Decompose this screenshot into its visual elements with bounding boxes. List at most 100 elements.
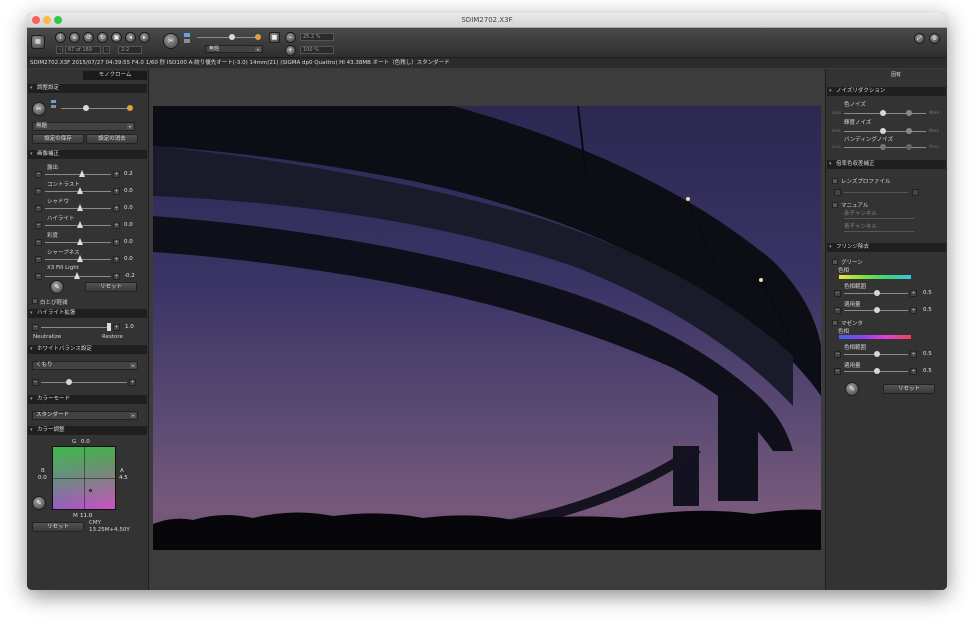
adjust-slider-track[interactable] xyxy=(61,108,131,109)
highlight-minus-button[interactable]: − xyxy=(32,324,39,331)
green-range-plus[interactable]: + xyxy=(910,290,917,297)
correction-slider-knob[interactable] xyxy=(77,204,83,211)
wb-eyedropper-icon[interactable]: ✂ xyxy=(163,33,179,49)
highlight-slider-knob[interactable] xyxy=(107,323,111,331)
correction-slider-knob[interactable] xyxy=(79,170,85,177)
luma-noise-knob[interactable] xyxy=(880,128,886,134)
rotate-right-icon[interactable]: ↻ xyxy=(97,32,108,43)
correction-slider-knob[interactable] xyxy=(77,187,83,194)
tab-monochrome[interactable]: モノクローム xyxy=(83,71,147,80)
magenta-amount-minus[interactable]: − xyxy=(834,368,841,375)
magenta-range-minus[interactable]: − xyxy=(834,351,841,358)
color-mode-header[interactable]: カラーモード xyxy=(28,395,147,404)
magenta-amount-plus[interactable]: + xyxy=(910,368,917,375)
chromatic-aberration-header[interactable]: 倍率色収差補正 xyxy=(827,160,946,169)
correction-slider-knob[interactable] xyxy=(77,255,83,262)
lens-profile-checkbox[interactable] xyxy=(832,178,838,184)
color-adjust-grid[interactable] xyxy=(52,446,116,510)
correction-slider-knob[interactable] xyxy=(77,238,83,245)
wb-slider-knob[interactable] xyxy=(66,379,72,385)
color-adjust-reset-button[interactable]: リセット xyxy=(32,522,84,532)
correction-minus-button[interactable]: − xyxy=(35,205,42,212)
next-icon[interactable]: ▸ xyxy=(139,32,150,43)
correction-slider-knob[interactable] xyxy=(74,272,80,279)
page-prev-button[interactable]: ‹ xyxy=(56,46,63,54)
histogram-icon[interactable]: ≡ xyxy=(69,32,80,43)
adjust-slider-knob[interactable] xyxy=(83,105,89,111)
correction-plus-button[interactable]: + xyxy=(113,273,120,280)
fringe-removal-header[interactable]: フリンジ除去 xyxy=(827,243,946,252)
luma-noise-knob-2[interactable] xyxy=(906,128,912,134)
green-hue-bar[interactable] xyxy=(839,275,911,279)
adjust-settings-header[interactable]: 調整設定 xyxy=(28,84,147,93)
magenta-hue-bar[interactable] xyxy=(839,335,911,339)
zoom-out-icon[interactable]: − xyxy=(285,32,296,43)
lock-icon[interactable]: ■ xyxy=(269,32,280,43)
wb-slider-track[interactable] xyxy=(41,382,127,383)
correction-slider-track[interactable] xyxy=(45,174,111,175)
auto-correct-icon[interactable]: ✎ xyxy=(50,280,64,294)
correction-plus-button[interactable]: + xyxy=(113,205,120,212)
view-mode-field[interactable]: 2-2 xyxy=(118,46,142,54)
image-correction-header[interactable]: 画像補正 xyxy=(28,150,147,159)
color-eyedropper-icon[interactable]: ✎ xyxy=(32,496,46,510)
save-settings-button[interactable]: 設定の保存 xyxy=(32,134,84,144)
zoom-window-button[interactable] xyxy=(54,16,62,24)
correction-minus-button[interactable]: − xyxy=(35,188,42,195)
zoom-value-field[interactable]: 25.2 % xyxy=(300,33,334,41)
manual-checkbox[interactable] xyxy=(832,202,838,208)
correction-plus-button[interactable]: + xyxy=(113,256,120,263)
settings-icon[interactable]: ⚙ xyxy=(929,33,940,44)
magenta-fringe-checkbox[interactable] xyxy=(832,320,838,326)
color-noise-knob-2[interactable] xyxy=(906,110,912,116)
highlight-plus-button[interactable]: + xyxy=(113,324,120,331)
color-mode-select[interactable]: スタンダード ▾ xyxy=(32,411,138,420)
highlight-expansion-header[interactable]: ハイライト拡張 xyxy=(28,309,147,318)
correction-minus-button[interactable]: − xyxy=(35,239,42,246)
tab-specific[interactable]: 固有 xyxy=(848,71,944,79)
white-balance-header[interactable]: ホワイトバランス設定 xyxy=(28,345,147,354)
red-channel-track[interactable] xyxy=(844,218,914,219)
green-amount-knob[interactable] xyxy=(874,307,880,313)
close-window-button[interactable] xyxy=(32,16,40,24)
wb-preset-select[interactable]: くもり ▾ xyxy=(32,361,138,370)
color-adjust-header[interactable]: カラー調整 xyxy=(28,426,147,435)
zoom-in-icon[interactable]: + xyxy=(285,45,296,56)
page-next-button[interactable]: › xyxy=(103,46,110,54)
previous-icon[interactable]: ◂ xyxy=(125,32,136,43)
auto-adjust-icon[interactable]: ✂ xyxy=(32,102,46,116)
banding-noise-knob-2[interactable] xyxy=(906,144,912,150)
grid-view-icon[interactable]: ▦ xyxy=(31,35,45,49)
correction-plus-button[interactable]: + xyxy=(113,188,120,195)
correction-minus-button[interactable]: − xyxy=(35,171,42,178)
zoom-fit-field[interactable]: 100 % xyxy=(300,46,334,54)
preview-image[interactable] xyxy=(153,106,821,550)
magenta-range-knob[interactable] xyxy=(874,351,880,357)
delete-settings-button[interactable]: 設定の消去 xyxy=(86,134,138,144)
fringe-auto-icon[interactable]: ✎ xyxy=(845,382,859,396)
correction-plus-button[interactable]: + xyxy=(113,239,120,246)
correction-slider-knob[interactable] xyxy=(77,221,83,228)
green-range-minus[interactable]: − xyxy=(834,290,841,297)
banding-noise-knob[interactable] xyxy=(880,144,886,150)
correction-reset-button[interactable]: リセット xyxy=(85,282,137,292)
green-range-knob[interactable] xyxy=(874,290,880,296)
lens-plus-button[interactable] xyxy=(912,189,919,196)
correction-minus-button[interactable]: − xyxy=(35,256,42,263)
green-amount-minus[interactable]: − xyxy=(834,307,841,314)
temperature-slider-track[interactable] xyxy=(197,37,259,38)
wb-plus-button[interactable]: + xyxy=(129,379,136,386)
color-adjust-marker[interactable] xyxy=(89,489,92,492)
noise-reduction-header[interactable]: ノイズリダクション xyxy=(827,87,946,96)
adjust-preset-dropdown[interactable]: 無題 ▾ xyxy=(32,122,135,131)
image-viewer[interactable] xyxy=(150,69,824,590)
correction-plus-button[interactable]: + xyxy=(113,222,120,229)
fringe-reset-button[interactable]: リセット xyxy=(883,384,935,394)
blue-channel-track[interactable] xyxy=(844,231,914,232)
rotate-left-icon[interactable]: ↺ xyxy=(83,32,94,43)
lens-minus-button[interactable] xyxy=(834,189,841,196)
info-icon[interactable]: i xyxy=(55,32,66,43)
wb-minus-button[interactable]: − xyxy=(32,379,39,386)
correction-minus-button[interactable]: − xyxy=(35,222,42,229)
magenta-amount-knob[interactable] xyxy=(874,368,880,374)
